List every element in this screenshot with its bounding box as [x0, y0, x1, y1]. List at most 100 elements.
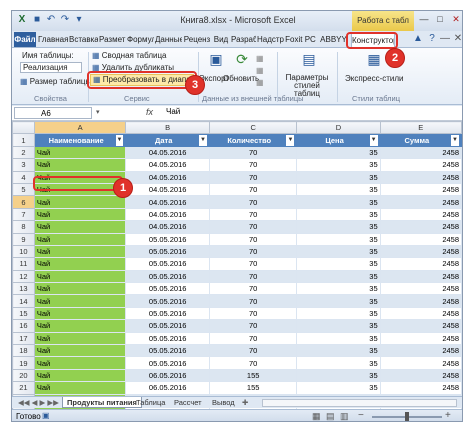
filter-dropdown-icon[interactable]: ▼ [198, 134, 207, 146]
doc-minimize-icon[interactable]: — [439, 33, 451, 45]
table-cell[interactable]: 35 [296, 294, 381, 308]
external-data-options[interactable]: ▦ [256, 54, 264, 63]
tab-developer[interactable]: Разраб [231, 32, 256, 47]
table-cell[interactable]: Чай [33, 381, 127, 395]
table-cell[interactable]: 70 [208, 294, 298, 308]
row-number[interactable]: 2 [12, 145, 35, 160]
export-icon[interactable]: ▣ [204, 52, 228, 70]
tab-formulas[interactable]: Формула [127, 32, 154, 47]
table-cell[interactable]: 70 [208, 170, 298, 184]
column-header[interactable]: A [33, 120, 127, 135]
tab-review[interactable]: Реценз [183, 32, 211, 47]
table-cell[interactable]: 70 [208, 158, 298, 172]
table-cell[interactable]: 35 [296, 282, 381, 296]
table-header-cell[interactable]: Цена ▼ [296, 133, 381, 147]
quick-styles-label[interactable]: Экспресс-стили [345, 74, 404, 83]
table-cell[interactable]: 06.05.2016 [125, 381, 210, 395]
table-cell[interactable]: 70 [208, 344, 298, 358]
tab-foxit[interactable]: Foxit PC [285, 32, 316, 47]
column-header[interactable]: B [125, 120, 210, 135]
style-options-icon[interactable]: ▤ [297, 52, 321, 70]
table-cell[interactable]: 05.05.2016 [125, 244, 210, 259]
table-cell[interactable]: 04.05.2016 [125, 207, 210, 222]
row-number[interactable]: 7 [12, 207, 35, 222]
table-cell[interactable]: Чай [33, 220, 127, 234]
tab-data[interactable]: Данные [155, 32, 182, 47]
pivot-table-button[interactable]: ▦ Сводная таблица [92, 51, 167, 60]
table-cell[interactable]: Чай [33, 257, 127, 271]
table-header-cell[interactable]: Наименование ▼ [33, 133, 127, 147]
table-cell[interactable]: 70 [208, 282, 298, 296]
formula-input[interactable]: Чай [166, 107, 180, 116]
table-cell[interactable]: 35 [296, 145, 381, 160]
table-cell[interactable]: 70 [208, 207, 298, 222]
row-number[interactable]: 21 [12, 381, 35, 395]
table-cell[interactable]: Чай [33, 368, 127, 383]
zoom-slider-handle[interactable] [405, 412, 409, 421]
row-number[interactable]: 10 [12, 244, 35, 259]
ribbon-minimize-icon[interactable]: ▲ [412, 33, 424, 45]
table-cell[interactable]: 2458 [379, 232, 462, 246]
table-cell[interactable]: 05.05.2016 [125, 232, 210, 246]
row-number[interactable]: 17 [12, 331, 35, 346]
row-number[interactable]: 18 [12, 344, 35, 358]
table-cell[interactable]: Чай [33, 282, 127, 296]
table-cell[interactable]: 70 [208, 244, 298, 259]
filter-dropdown-icon[interactable]: ▼ [115, 134, 124, 146]
table-cell[interactable]: 70 [208, 257, 298, 271]
table-cell[interactable]: 05.05.2016 [125, 331, 210, 346]
table-cell[interactable]: 05.05.2016 [125, 306, 210, 321]
table-cell[interactable]: 2458 [379, 195, 462, 209]
table-cell[interactable]: 35 [296, 244, 381, 259]
column-header[interactable]: E [379, 120, 462, 135]
table-cell[interactable]: 05.05.2016 [125, 356, 210, 370]
minimize-icon[interactable]: — [416, 13, 432, 26]
fx-icon[interactable]: fx [146, 107, 153, 117]
table-cell[interactable]: 2458 [379, 319, 462, 333]
horizontal-scrollbar[interactable] [262, 399, 457, 407]
table-cell[interactable]: 2458 [379, 207, 462, 222]
row-number[interactable]: 5 [12, 182, 35, 197]
zoom-in-icon[interactable]: + [445, 410, 451, 421]
table-cell[interactable]: 05.05.2016 [125, 294, 210, 308]
table-cell[interactable]: 35 [296, 220, 381, 234]
doc-close-icon[interactable]: ✕ [452, 33, 462, 45]
table-cell[interactable]: Чай [33, 232, 127, 246]
tab-home[interactable]: Главная [38, 32, 68, 47]
zoom-out-icon[interactable]: − [358, 410, 364, 421]
table-cell[interactable]: 2458 [379, 331, 462, 346]
filter-dropdown-icon[interactable]: ▼ [286, 134, 295, 146]
table-cell[interactable]: 70 [208, 195, 298, 209]
table-cell[interactable]: 70 [208, 232, 298, 246]
table-cell[interactable]: 35 [296, 344, 381, 358]
table-cell[interactable]: 04.05.2016 [125, 220, 210, 234]
row-number[interactable]: 19 [12, 356, 35, 370]
table-cell[interactable]: 2458 [379, 282, 462, 296]
table-cell[interactable]: 05.05.2016 [125, 282, 210, 296]
row-number[interactable]: 15 [12, 306, 35, 321]
select-all-corner[interactable] [12, 120, 35, 135]
row-number[interactable]: 12 [12, 269, 35, 284]
sheet-tab[interactable]: Таблица [132, 397, 169, 408]
row-number[interactable]: 3 [12, 158, 35, 172]
view-pagebreak-icon[interactable]: ▥ [340, 411, 349, 421]
sheet-tab[interactable]: Вывод [208, 397, 239, 408]
table-cell[interactable]: 05.05.2016 [125, 257, 210, 271]
table-cell[interactable]: Чай [33, 269, 127, 284]
table-cell[interactable]: 35 [296, 195, 381, 209]
table-cell[interactable]: Чай [33, 344, 127, 358]
table-cell[interactable]: 35 [296, 356, 381, 370]
tab-addins[interactable]: Надстр [257, 32, 284, 47]
row-number[interactable]: 8 [12, 220, 35, 234]
table-cell[interactable]: 35 [296, 306, 381, 321]
macro-record-icon[interactable]: ▣ [42, 411, 50, 420]
table-cell[interactable]: Чай [33, 158, 127, 172]
style-options-button[interactable]: Параметры стилей таблиц [282, 74, 332, 98]
tab-layout[interactable]: Разметка [99, 32, 126, 47]
table-cell[interactable]: 35 [296, 257, 381, 271]
new-sheet-icon[interactable]: ✚ [238, 397, 252, 408]
tab-insert[interactable]: Вставка [69, 32, 98, 47]
table-cell[interactable]: 35 [296, 331, 381, 346]
table-cell[interactable]: 70 [208, 145, 298, 160]
table-header-cell[interactable]: Сумма ▼ [379, 133, 462, 147]
